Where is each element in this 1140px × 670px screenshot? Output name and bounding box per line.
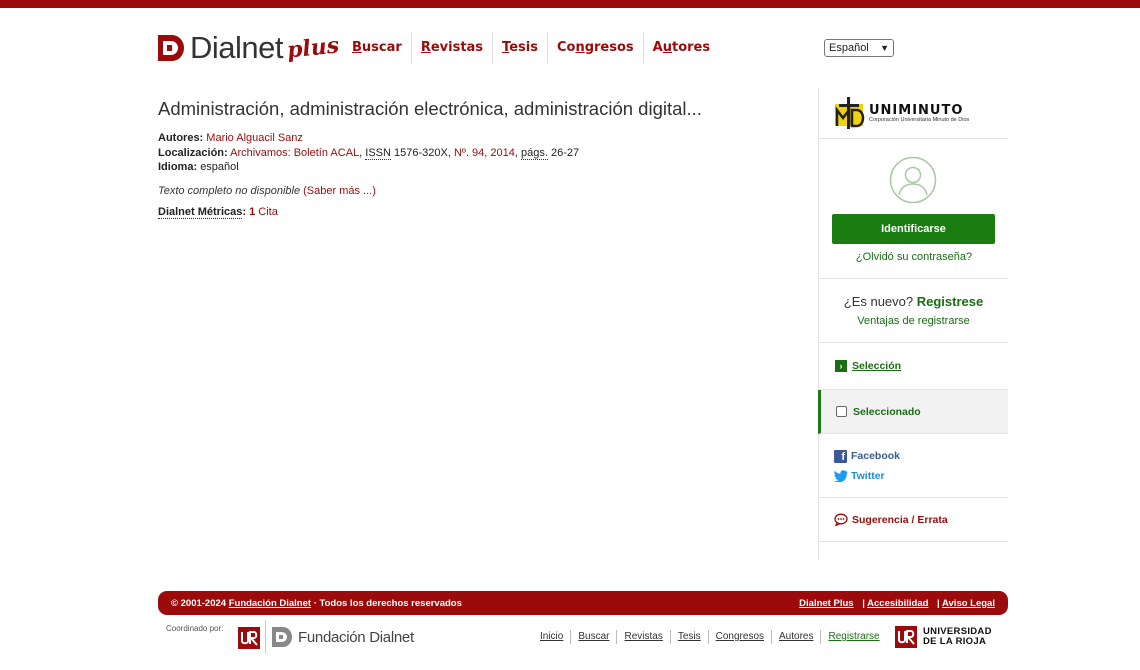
issn-label: ISSN [365,146,391,160]
legal-notice-link[interactable]: Aviso Legal [942,598,995,609]
universidad-rioja-mark-icon[interactable] [238,627,260,649]
dialnet-plus-link[interactable]: Dialnet Plus [799,598,853,609]
chevron-right-icon: › [835,360,847,372]
copyright: © 2001-2024 Fundación Dialnet · Todos lo… [171,597,462,609]
nav-congresos[interactable]: Congresos [548,32,644,64]
suggestion-link[interactable]: Sugerencia / Errata [819,498,1008,542]
brand-suffix: plus [285,31,341,64]
accessibility-link[interactable]: Accesibilidad [867,598,928,609]
universidad-rioja-icon [895,626,917,648]
footer-nav-inicio[interactable]: Inicio [533,630,572,644]
footer-nav-revistas[interactable]: Revistas [617,630,671,644]
issue-link[interactable]: Nº. 94, 2014 [454,147,515,159]
brand-name: Dialnet [190,30,284,65]
facebook-icon: f [834,449,847,463]
institution-subtitle: Corporación Universitaria Minuto de Dios [869,116,970,123]
footer-nav-tesis[interactable]: Tesis [671,630,709,644]
footer-logo-divider [265,620,266,654]
authors-row: Autores: Mario Alguacil Sanz [158,131,798,146]
top-accent-bar [0,0,1140,8]
fulltext-note: Texto completo no disponible (Saber más … [158,184,376,197]
document-meta: Autores: Mario Alguacil Sanz Localizació… [158,131,798,175]
main-nav: Buscar Revistas Tesis Congresos Autores [343,32,719,64]
twitter-bird-icon [834,470,848,482]
chat-bubble-icon [834,513,848,526]
metrics-count: 1 [249,205,256,218]
author-link[interactable]: Mario Alguacil Sanz [206,132,303,144]
dialnet-plus-logo[interactable]: Dialnet plus [158,30,341,65]
journal-link[interactable]: Archivamos: Boletín ACAL [230,147,359,159]
nav-buscar[interactable]: Buscar [343,32,412,64]
new-user-question: ¿Es nuevo? [843,294,914,309]
fundacion-dialnet-icon [272,627,292,647]
register-link[interactable]: Registrese [917,294,983,309]
institution-name: UNIMINUTO [869,102,964,118]
footer-nav-registrarse[interactable]: Registrarse [821,630,886,644]
chevron-down-icon: ▼ [880,43,889,53]
login-button[interactable]: Identificarse [832,214,995,244]
language-select[interactable]: Español ▼ [824,39,894,57]
footer-bar: © 2001-2024 Fundación Dialnet · Todos lo… [158,591,1008,615]
language-selected: Español [829,42,869,54]
forgot-password-link[interactable]: ¿Olvidó su contraseña? [819,251,1009,263]
footer-nav-buscar[interactable]: Buscar [571,630,618,644]
universidad-rioja-logo[interactable]: UNIVERSIDAD DE LA RIOJA [895,626,992,648]
idioma-label: Idioma: [158,161,198,173]
selected-checkbox[interactable] [836,406,847,417]
issn-value: 1576-320X, [394,146,451,159]
login-section: Identificarse ¿Olvidó su contraseña? [819,139,1008,279]
selected-toggle[interactable]: Seleccionado [818,390,1008,434]
selection-label: Selección [852,360,902,372]
facebook-share-link[interactable]: f Facebook [834,447,1008,465]
selected-label: Seleccionado [853,405,921,418]
footer-nav-autores[interactable]: Autores [772,630,822,644]
language-row: Idioma: español [158,160,798,175]
university-line2: DE LA RIOJA [923,636,987,647]
pages-label: págs. [521,146,548,160]
document-detail: Administración, administración electróni… [158,98,798,219]
location-label: Localización: [158,146,228,159]
cita-link[interactable]: Cita [258,206,278,218]
location-row: Localización: Archivamos: Boletín ACAL, … [158,146,580,160]
social-share: f Facebook Twitter [819,434,1008,498]
metrics-row: Dialnet Métricas: 1 Cita [158,205,278,219]
document-title: Administración, administración electróni… [158,98,702,119]
footer-nav: Inicio Buscar Revistas Tesis Congresos A… [533,630,887,644]
coordinated-by-label: Coordinado por: [166,624,224,633]
fundacion-dialnet-text: Fundación Dialnet [298,628,414,646]
idioma-value: español [200,161,239,173]
nav-autores[interactable]: Autores [644,32,719,64]
legal-links: Dialnet Plus | Accesibilidad | Aviso Leg… [799,597,995,609]
dialnet-logo-icon [158,34,184,61]
foundation-link[interactable]: Fundación Dialnet [229,598,311,609]
nav-revistas[interactable]: Revistas [412,32,494,64]
twitter-share-link[interactable]: Twitter [834,467,1008,485]
user-avatar-icon [889,156,937,204]
metrics-label: Dialnet Métricas [158,205,243,219]
footer-nav-congresos[interactable]: Congresos [709,630,772,644]
fundacion-dialnet-logo[interactable]: Fundación Dialnet [272,627,414,647]
register-benefits-link[interactable]: Ventajas de registrarse [819,315,1008,327]
pages-value: 26-27 [551,146,580,159]
nav-tesis[interactable]: Tesis [493,32,548,64]
register-section: ¿Es nuevo? Registrese Ventajas de regist… [819,279,1008,343]
authors-label: Autores: [158,132,204,144]
selection-link[interactable]: › Selección [819,343,1008,390]
institution-logo: UNIMINUTO Corporación Universitaria Minu… [819,88,1008,139]
saber-mas-link[interactable]: (Saber más ...) [303,185,376,197]
uniminuto-logo-icon [835,97,865,129]
sidebar: UNIMINUTO Corporación Universitaria Minu… [818,88,1008,560]
